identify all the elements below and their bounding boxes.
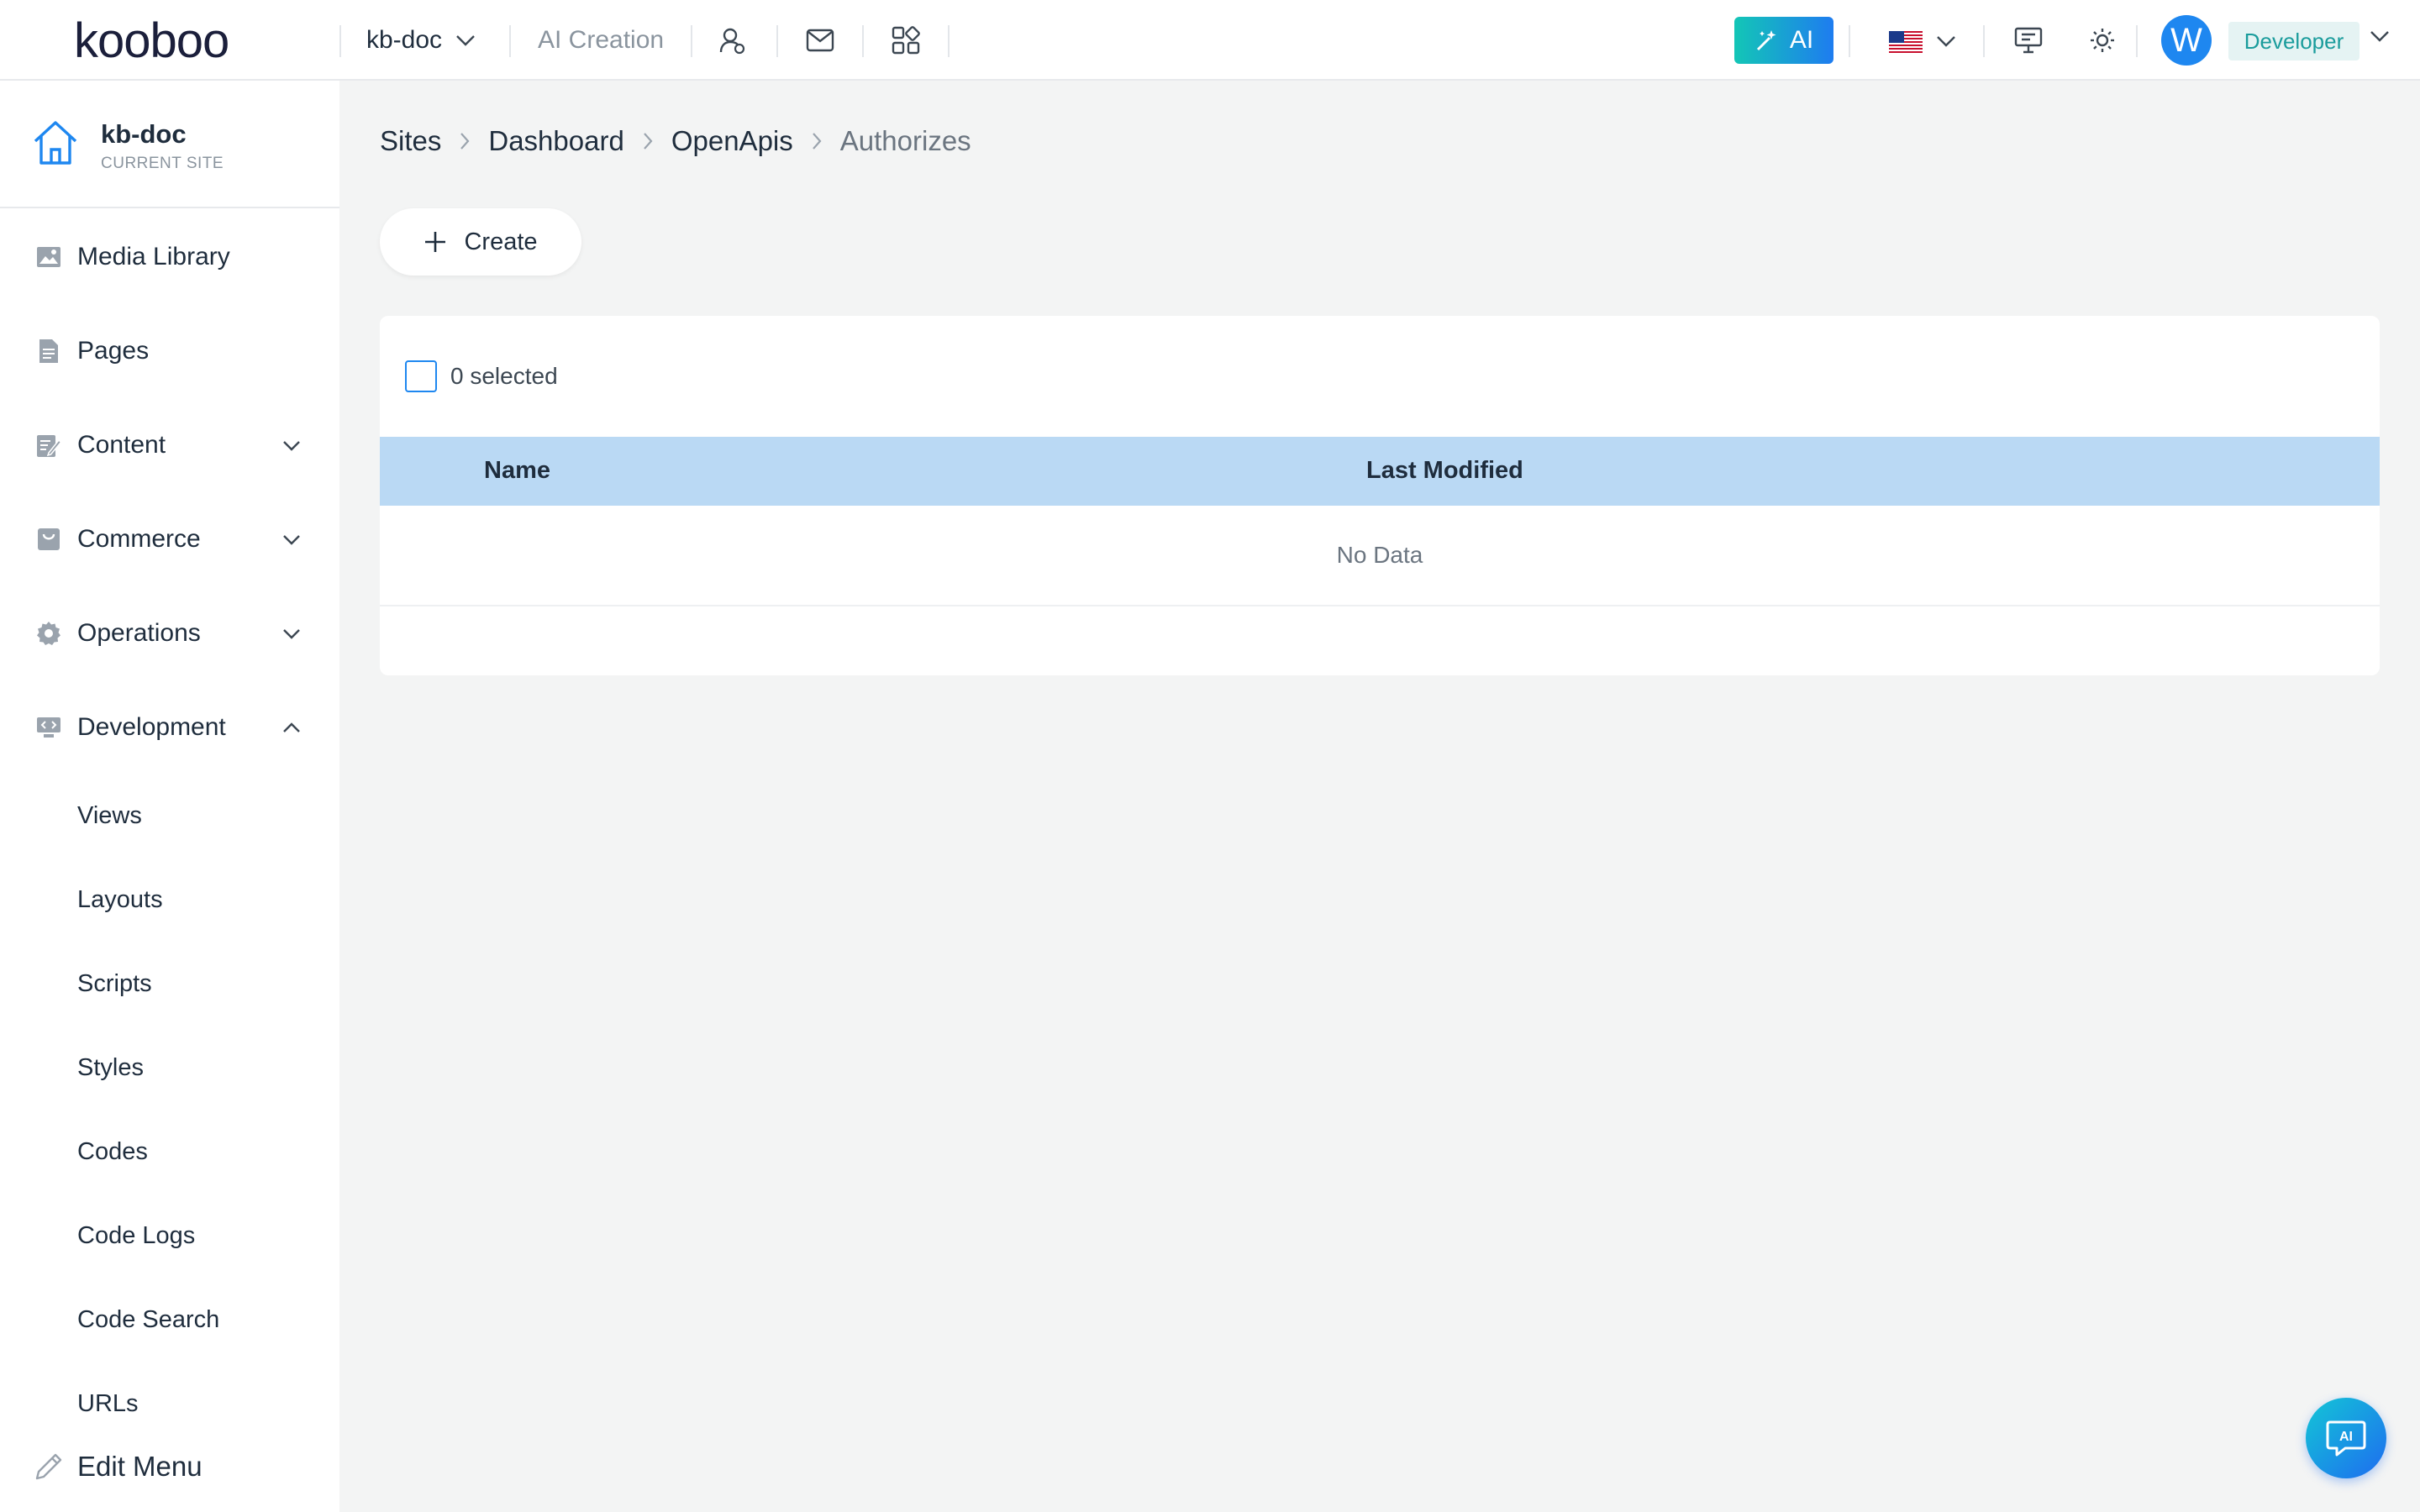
sidebar-item-label: Content <box>77 431 166 459</box>
image-icon <box>35 244 62 270</box>
chat-bubble-icon: AI <box>2326 1420 2366 1457</box>
sidebar-subitem-label: Views <box>77 801 142 829</box>
chevron-right-icon <box>812 132 822 150</box>
edit-menu-button[interactable]: Edit Menu <box>0 1433 339 1500</box>
sidebar-item-commerce[interactable]: Commerce <box>0 506 339 573</box>
divider <box>339 25 341 57</box>
sidebar-subitem-code-logs[interactable]: Code Logs <box>0 1206 339 1265</box>
sidebar-item-operations[interactable]: Operations <box>0 600 339 667</box>
users-icon[interactable] <box>716 24 750 57</box>
fab-label: AI <box>2339 1430 2353 1444</box>
kooboo-logo[interactable]: kooboo <box>74 13 229 68</box>
sidebar-subitem-urls[interactable]: URLs <box>0 1374 339 1433</box>
dev-icon <box>35 714 62 741</box>
mail-icon[interactable] <box>803 24 837 57</box>
create-button-label: Create <box>464 228 538 255</box>
breadcrumb-authorizes: Authorizes <box>839 125 971 156</box>
sidebar-subitem-label: Codes <box>77 1137 148 1165</box>
sidebar-subitem-views[interactable]: Views <box>0 786 339 845</box>
select-all-checkbox[interactable] <box>405 360 437 392</box>
chevron-down-icon <box>283 534 300 545</box>
breadcrumb: Sites Dashboard OpenApis Authorizes <box>380 123 971 160</box>
sidebar-subitem-label: Scripts <box>77 969 152 997</box>
selected-count: 0 selected <box>450 363 558 389</box>
sidebar-subitem-scripts[interactable]: Scripts <box>0 954 339 1013</box>
sidebar-item-development[interactable]: Development <box>0 694 339 761</box>
divider <box>776 25 778 57</box>
pencil-icon <box>35 1453 62 1480</box>
divider <box>948 25 950 57</box>
sidebar-subitem-label: Layouts <box>77 885 163 913</box>
sidebar-subitem-layouts[interactable]: Layouts <box>0 870 339 929</box>
authorizes-table-panel: 0 selected Name Last Modified No Data <box>380 316 2380 675</box>
breadcrumb-sites[interactable]: Sites <box>380 125 441 157</box>
chevron-down-icon[interactable] <box>1936 35 1956 47</box>
sidebar-subitem-codes[interactable]: Codes <box>0 1122 339 1181</box>
divider <box>1849 25 1850 57</box>
divider <box>1983 25 1985 57</box>
current-site-caption: CURRENT SITE <box>101 155 224 172</box>
sidebar-subitem-code-search[interactable]: Code Search <box>0 1290 339 1349</box>
sidebar-subitem-label: URLs <box>77 1389 139 1417</box>
divider <box>509 25 511 57</box>
us-flag-icon <box>1889 31 1923 53</box>
selection-bar: 0 selected <box>405 360 558 393</box>
content-icon <box>35 432 62 459</box>
sidebar-item-label: Pages <box>77 337 150 365</box>
apps-grid-icon[interactable] <box>889 24 923 57</box>
sidebar-subitem-label: Styles <box>77 1053 144 1081</box>
ai-button-label: AI <box>1789 26 1814 54</box>
sidebar-subitem-label: Code Logs <box>77 1221 196 1249</box>
sidebar-item-pages[interactable]: Pages <box>0 318 339 385</box>
empty-state: No Data <box>380 506 2380 606</box>
page-icon <box>35 338 62 365</box>
ai-chat-fab[interactable]: AI <box>2306 1398 2386 1478</box>
chevron-right-icon <box>643 132 653 150</box>
divider <box>691 25 692 57</box>
sidebar-subitem-styles[interactable]: Styles <box>0 1038 339 1097</box>
column-header-name[interactable]: Name <box>484 457 550 485</box>
divider <box>2136 25 2138 57</box>
current-site-card[interactable]: kb-doc CURRENT SITE <box>0 81 339 208</box>
sidebar-item-content[interactable]: Content <box>0 412 339 479</box>
chevron-down-icon <box>456 35 475 46</box>
sidebar-item-label: Operations <box>77 619 201 647</box>
chevron-up-icon <box>283 722 300 732</box>
sidebar-subitem-label: Code Search <box>77 1305 220 1333</box>
ai-creation-link[interactable]: AI Creation <box>538 22 664 59</box>
chevron-down-icon[interactable] <box>2370 30 2390 42</box>
table-header: Name Last Modified <box>380 437 2380 506</box>
home-icon <box>34 121 77 165</box>
theme-sun-icon[interactable] <box>2086 24 2119 57</box>
sidebar-item-label: Commerce <box>77 525 201 553</box>
chevron-down-icon <box>283 628 300 639</box>
plus-icon <box>425 232 446 252</box>
current-site-name: kb-doc <box>101 119 187 149</box>
chevron-right-icon <box>460 132 470 150</box>
create-button[interactable]: Create <box>380 208 581 276</box>
site-switcher-label: kb-doc <box>366 26 443 54</box>
magic-wand-icon <box>1756 30 1776 51</box>
column-header-last-modified[interactable]: Last Modified <box>1366 457 1523 485</box>
breadcrumb-dashboard[interactable]: Dashboard <box>488 125 623 157</box>
sidebar: kb-doc CURRENT SITE Media Library Pages … <box>0 81 339 1512</box>
site-switcher[interactable]: kb-doc <box>366 22 476 59</box>
gear-icon <box>35 620 62 647</box>
language-switcher[interactable] <box>1889 30 1923 54</box>
user-avatar[interactable]: W <box>2161 15 2212 66</box>
role-badge[interactable]: Developer <box>2228 22 2360 60</box>
ai-assistant-button[interactable]: AI <box>1734 17 1833 64</box>
divider <box>862 25 864 57</box>
top-bar: kooboo kb-doc AI Creation AI W Developer <box>0 0 2420 81</box>
edit-menu-label: Edit Menu <box>77 1451 203 1482</box>
sidebar-item-label: Development <box>77 713 226 741</box>
presentation-icon[interactable] <box>2012 24 2045 57</box>
sidebar-item-label: Media Library <box>77 243 230 270</box>
sidebar-item-media-library[interactable]: Media Library <box>0 223 339 291</box>
chevron-down-icon <box>283 440 300 451</box>
commerce-icon <box>35 526 62 553</box>
breadcrumb-openapis[interactable]: OpenApis <box>671 125 793 157</box>
